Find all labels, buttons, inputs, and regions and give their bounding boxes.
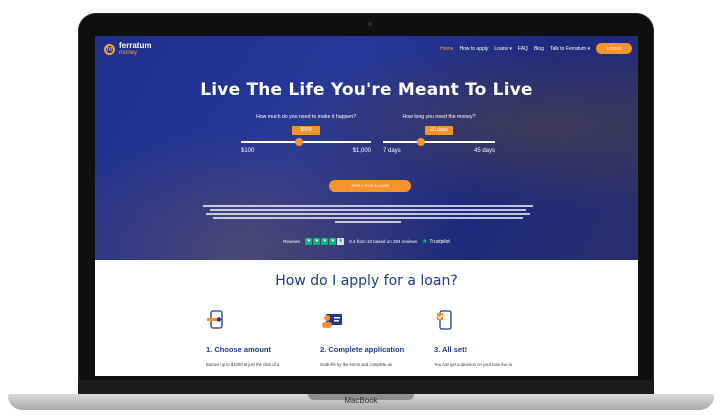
- device-label: MacBook: [344, 396, 378, 405]
- phone-check-icon: [434, 310, 544, 330]
- logo-sub: money: [119, 50, 138, 56]
- duration-calculator: How long you need the money? 20 days 7 d…: [383, 114, 495, 154]
- apply-for-loan-button[interactable]: APPLY FOR A LOAN: [329, 180, 411, 192]
- phone-slider-icon: [206, 310, 316, 330]
- star-icon: ★: [321, 238, 329, 245]
- laptop-screen: fe ferratum money Home How to apply Loan…: [95, 36, 638, 376]
- nav-faq[interactable]: FAQ: [518, 46, 528, 52]
- step-name: 2. Complete application: [320, 345, 405, 354]
- amount-calculator: How much do you need to make it happen? …: [241, 114, 371, 154]
- duration-min: 7 days: [383, 148, 401, 154]
- trustpilot-link[interactable]: ★ Trustpilot: [422, 238, 450, 246]
- reviews-label: Reviews: [283, 239, 301, 244]
- nav-talk-to-ferratum[interactable]: Talk to Ferratum ▾: [550, 46, 590, 52]
- hero-title: Live The Life You're Meant To Live: [200, 80, 533, 100]
- logo-main: ferratum: [119, 41, 152, 50]
- reviews-bar: Reviews ★ ★ ★ ★ ★ 8.4 from 10 based on 2…: [95, 238, 638, 245]
- amount-range: $100 $1,000: [241, 148, 371, 154]
- trustpilot-star-icon: ★: [422, 239, 428, 245]
- amount-value-badge: $500: [292, 126, 320, 135]
- amount-min: $100: [241, 148, 255, 154]
- nav-loans[interactable]: Loans ▾: [494, 46, 512, 52]
- disclaimer-text: [203, 203, 533, 225]
- id-card-icon: [320, 310, 430, 330]
- logo-text: ferratum money: [119, 42, 151, 57]
- nav-blog[interactable]: Blog: [534, 46, 544, 52]
- star-icon: ★: [329, 238, 337, 245]
- duration-value-badge: 20 days: [425, 126, 453, 135]
- hero-section: fe ferratum money Home How to apply Loan…: [95, 36, 638, 260]
- duration-max: 45 days: [473, 148, 495, 154]
- star-icon: ★: [337, 238, 345, 245]
- star-icon: ★: [313, 238, 321, 245]
- camera-icon: [368, 22, 372, 26]
- step-text: Grab life by the horns and complete an: [320, 362, 393, 367]
- step-all-set: 3. All set! You can get a decision on yo…: [434, 310, 544, 367]
- amount-slider-handle[interactable]: [294, 138, 303, 146]
- how-to-section: How do I apply for a loan? 1. Choose amo…: [95, 260, 638, 376]
- trustpilot-stars: ★ ★ ★ ★ ★: [305, 238, 345, 245]
- logo[interactable]: fe ferratum money: [104, 42, 151, 57]
- step-choose-amount: 1. Choose amount Borrow up to $1000 at j…: [206, 310, 316, 367]
- duration-question: How long you need the money?: [402, 114, 476, 120]
- step-complete-application: 2. Complete application Grab life by the…: [320, 310, 430, 367]
- trustpilot-label: Trustpilot: [429, 238, 450, 245]
- laptop-chin: [78, 380, 654, 395]
- reviews-score: 8.4 from 10 based on 294 reviews: [349, 239, 418, 244]
- star-icon: ★: [305, 238, 313, 245]
- amount-question: How much do you need to make it happen?: [255, 114, 357, 120]
- duration-slider[interactable]: [383, 138, 495, 146]
- amount-slider[interactable]: [241, 138, 371, 146]
- step-text: Borrow up to $1000 at just the click of …: [206, 362, 280, 367]
- amount-max: $1,000: [352, 148, 371, 154]
- step-name: 3. All set!: [434, 345, 468, 354]
- nav-home[interactable]: Home: [440, 46, 453, 52]
- step-text: You can get a decision on your loan live…: [434, 362, 513, 367]
- how-to-title: How do I apply for a loan?: [275, 273, 458, 289]
- login-button[interactable]: LOGIN: [595, 43, 632, 54]
- step-name: 1. Choose amount: [206, 345, 272, 354]
- logo-mark-icon: fe: [104, 44, 115, 55]
- main-nav: Home How to apply Loans ▾ FAQ Blog Talk …: [440, 43, 632, 54]
- duration-range: 7 days 45 days: [383, 148, 495, 154]
- duration-slider-handle[interactable]: [417, 138, 426, 146]
- nav-how-to-apply[interactable]: How to apply: [459, 46, 488, 52]
- stage: fe ferratum money Home How to apply Loan…: [0, 0, 721, 417]
